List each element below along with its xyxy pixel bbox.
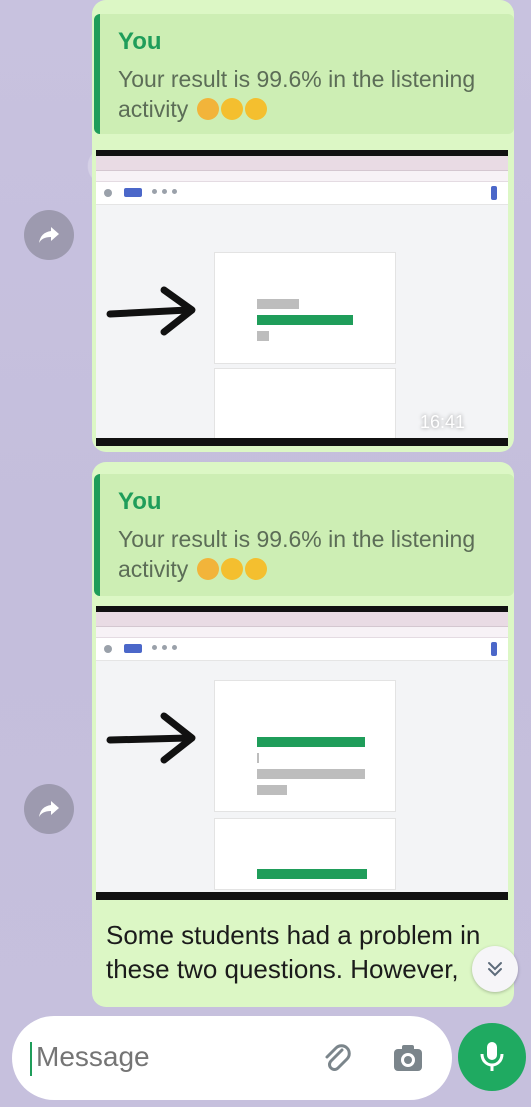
results-card	[214, 252, 396, 364]
camera-button[interactable]	[390, 1040, 426, 1076]
result-bar	[257, 299, 299, 309]
double-chevron-down-icon	[488, 962, 502, 977]
result-bar	[257, 869, 367, 879]
quote-text-content: Your result is 99.6% in the listening ac…	[118, 66, 476, 122]
screenshot-image[interactable]	[96, 606, 508, 900]
form-logo	[124, 644, 142, 653]
quote-author: You	[118, 28, 162, 55]
smiling-hearts-emoji-icon	[196, 98, 219, 120]
quote-text: Your result is 99.6% in the listening ac…	[118, 64, 498, 124]
browser-tabs	[96, 156, 508, 171]
arrow-right-icon	[106, 712, 196, 764]
results-card	[214, 368, 396, 438]
quote-text: Your result is 99.6% in the listening ac…	[118, 524, 498, 584]
emoji-group	[195, 96, 267, 122]
toolbar-dot-icon	[162, 645, 167, 650]
forward-button[interactable]	[24, 784, 74, 834]
quote-author: You	[118, 488, 162, 515]
message-input[interactable]	[34, 1040, 278, 1074]
toolbar-dot-icon	[172, 645, 177, 650]
browser-tabs	[96, 612, 508, 627]
result-bar	[257, 737, 365, 747]
camera-icon	[394, 1045, 422, 1071]
heart-eyes-emoji-icon	[220, 558, 243, 580]
message-text: Some students had a problem in these two…	[106, 920, 481, 984]
toolbar-dot-icon	[152, 645, 157, 650]
browser-address-bar	[96, 627, 508, 638]
forward-icon	[39, 801, 59, 817]
result-bar	[257, 753, 259, 763]
quote-text-content: Your result is 99.6% in the listening ac…	[118, 526, 476, 582]
microphone-icon	[480, 1042, 504, 1071]
results-card	[214, 818, 396, 890]
account-icon	[491, 642, 497, 656]
result-bar	[257, 785, 287, 795]
forward-icon	[39, 227, 59, 243]
forward-button[interactable]	[24, 210, 74, 260]
account-icon	[491, 186, 497, 200]
toolbar-dot-icon	[162, 189, 167, 194]
message-timestamp: 16:41	[420, 412, 466, 432]
smiling-hearts-emoji-icon	[196, 558, 219, 580]
form-toolbar	[96, 182, 508, 205]
result-bar	[257, 769, 365, 779]
results-card	[214, 680, 396, 812]
toolbar-dot-icon	[172, 189, 177, 194]
result-bar	[257, 315, 353, 325]
paperclip-icon	[325, 1044, 351, 1071]
toolbar-dot-icon	[152, 189, 157, 194]
menu-icon	[104, 189, 112, 197]
text-cursor	[30, 1042, 32, 1076]
voice-record-button[interactable]	[458, 1023, 526, 1091]
screenshot-image[interactable]	[96, 150, 508, 446]
menu-icon	[104, 645, 112, 653]
emoji-group	[195, 556, 267, 582]
browser-address-bar	[96, 171, 508, 182]
heart-eyes-emoji-icon	[244, 98, 267, 120]
arrow-right-icon	[106, 286, 196, 336]
scroll-down-button[interactable]	[472, 946, 518, 992]
heart-eyes-emoji-icon	[244, 558, 267, 580]
heart-eyes-emoji-icon	[220, 98, 243, 120]
form-toolbar	[96, 638, 508, 661]
form-logo	[124, 188, 142, 197]
attach-button[interactable]	[318, 1040, 354, 1076]
result-bar	[257, 331, 269, 341]
